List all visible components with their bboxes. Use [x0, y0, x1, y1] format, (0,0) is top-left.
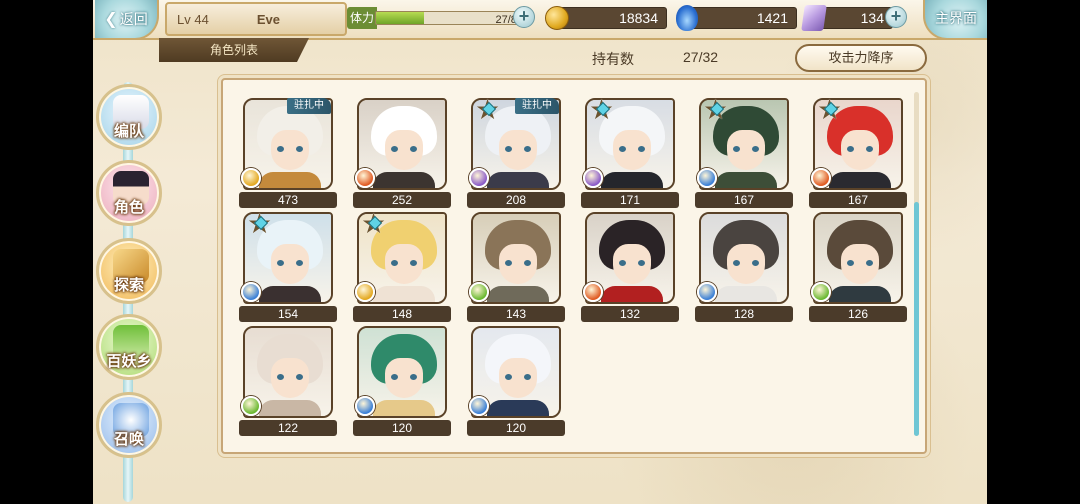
character-power: 120	[353, 420, 451, 436]
element-icon	[811, 282, 831, 302]
sidebar-item-label: 百妖乡	[106, 353, 152, 370]
scrollbar-thumb[interactable]	[914, 202, 919, 436]
element-icon	[241, 282, 261, 302]
element-icon	[469, 168, 489, 188]
character-power: 143	[467, 306, 565, 322]
sidebar-item-summon[interactable]: 召唤	[96, 392, 162, 458]
sidebar-item-label: 角色	[113, 199, 144, 216]
element-icon	[241, 396, 261, 416]
character-card[interactable]: 120	[467, 326, 565, 438]
rank-star-icon: ★	[361, 210, 389, 238]
section-title: 角色列表	[159, 38, 309, 62]
element-icon	[697, 168, 717, 188]
character-card[interactable]: ★ 驻扎中 208	[467, 96, 565, 210]
player-level: Lv 44	[177, 11, 209, 27]
element-icon	[241, 168, 261, 188]
owned-label: 持有数	[592, 51, 634, 67]
sidebar-item-village[interactable]: 百妖乡	[96, 314, 162, 380]
sidebar-item-label: 召唤	[113, 431, 144, 448]
crystal-gem-icon	[801, 5, 827, 31]
element-icon	[811, 168, 831, 188]
character-card[interactable]: 128	[695, 212, 793, 324]
player-info[interactable]: Lv 44 Eve	[165, 2, 347, 36]
character-card[interactable]: ★ 167	[695, 96, 793, 210]
character-power: 167	[809, 192, 907, 208]
character-power: 128	[695, 306, 793, 322]
player-name: Eve	[256, 11, 280, 27]
character-card[interactable]: ★ 154	[239, 210, 337, 324]
character-power: 122	[239, 420, 337, 436]
character-card[interactable]: 126	[809, 212, 907, 324]
sort-button[interactable]: 攻击力降序	[795, 44, 927, 72]
character-power: 208	[467, 192, 565, 208]
blue-flame-icon	[676, 5, 698, 31]
element-icon	[355, 168, 375, 188]
sidebar-item-explore[interactable]: 探索	[96, 238, 162, 304]
stationed-badge: 驻扎中	[515, 98, 559, 114]
character-power: 132	[581, 306, 679, 322]
character-card[interactable]: 132	[581, 212, 679, 324]
element-icon	[469, 396, 489, 416]
rank-star-icon: ★	[703, 96, 731, 124]
element-icon	[355, 396, 375, 416]
back-arrow-icon: ❮	[104, 11, 118, 28]
sidebar-item-label: 编队	[113, 123, 144, 140]
character-card[interactable]: 122	[239, 326, 337, 438]
gold-coin-icon	[545, 6, 569, 30]
character-power: 126	[809, 306, 907, 322]
home-button[interactable]: 主界面	[923, 0, 987, 40]
back-label: 返回	[119, 11, 148, 27]
stamina-fill	[376, 12, 425, 24]
character-power: 154	[239, 306, 337, 322]
back-button[interactable]: ❮ 返回	[95, 0, 159, 40]
element-icon	[583, 168, 603, 188]
element-icon	[469, 282, 489, 302]
character-power: 252	[353, 192, 451, 208]
element-icon	[697, 282, 717, 302]
character-card[interactable]: ★ 167	[809, 96, 907, 210]
sidebar-item-label: 探索	[113, 277, 144, 294]
character-power: 120	[467, 420, 565, 436]
element-icon	[583, 282, 603, 302]
character-card[interactable]: 252	[353, 98, 451, 210]
character-card[interactable]: ★ 171	[581, 96, 679, 210]
stamina-label: 体力	[347, 7, 377, 29]
rank-star-icon: ★	[475, 96, 503, 124]
add-stamina-button[interactable]: +	[513, 6, 535, 28]
add-gems-button[interactable]: +	[885, 6, 907, 28]
list-scrollbar[interactable]	[914, 92, 919, 436]
sidebar: 编队 角色 探索 百妖乡 召唤	[93, 62, 163, 504]
character-card[interactable]: 驻扎中 473	[239, 98, 337, 210]
rank-star-icon: ★	[247, 210, 275, 238]
soul-value: 1421	[683, 7, 797, 29]
game-screen: ❮ 返回 Lv 44 Eve 体力 27/83 + 18834 1421 134…	[93, 0, 987, 504]
stationed-badge: 驻扎中	[287, 98, 331, 114]
character-card[interactable]: ★ 148	[353, 210, 451, 324]
character-power: 473	[239, 192, 337, 208]
rank-star-icon: ★	[817, 96, 845, 124]
character-power: 171	[581, 192, 679, 208]
character-power: 148	[353, 306, 451, 322]
sidebar-item-formation[interactable]: 编队	[96, 84, 162, 150]
owned-count: 27/32	[683, 49, 719, 65]
sidebar-item-characters[interactable]: 角色	[96, 160, 162, 226]
character-card[interactable]: 120	[353, 326, 451, 438]
character-power: 167	[695, 192, 793, 208]
rank-star-icon: ★	[589, 96, 617, 124]
element-icon	[355, 282, 375, 302]
character-card[interactable]: 143	[467, 212, 565, 324]
gold-value: 18834	[553, 7, 667, 29]
